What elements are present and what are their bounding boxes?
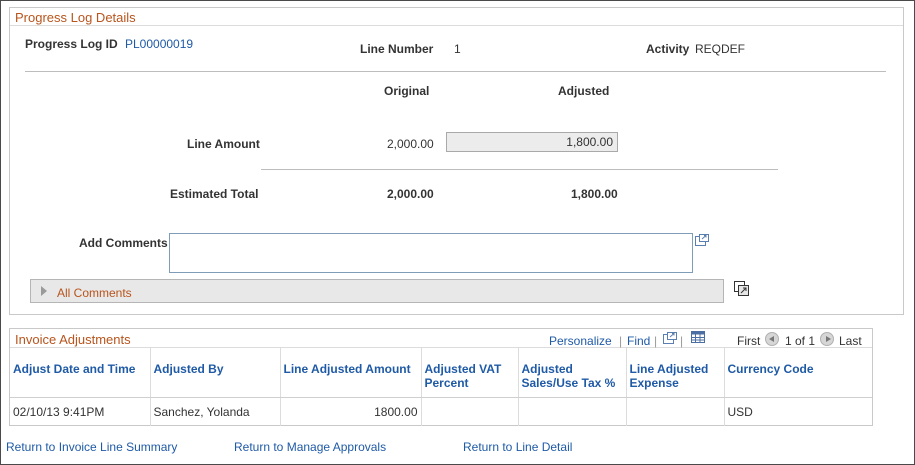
personalize-link[interactable]: Personalize [549,334,612,348]
column-header[interactable]: Adjusted Sales/Use Tax % [518,348,627,398]
divider [25,71,886,72]
line-number-value: 1 [454,42,461,56]
all-comments-collapsible[interactable]: All Comments [30,279,724,303]
progress-log-details-group: Progress Log Details Progress Log ID PL0… [9,7,904,315]
activity-label: Activity [646,42,690,56]
adjusted-header: Adjusted [558,84,610,98]
add-comments-label: Add Comments [79,236,168,250]
line-amount-adjusted-field: 1,800.00 [446,132,618,152]
download-spreadsheet-icon[interactable] [691,331,705,343]
line-amount-label: Line Amount [187,137,260,151]
table-cell: 1800.00 [280,397,422,426]
find-link[interactable]: Find [627,334,650,348]
table-header-row: Adjust Date and Time Adjusted By Line Ad… [10,348,872,398]
estimated-total-original: 2,000.00 [387,187,434,201]
return-manage-approvals-link[interactable]: Return to Manage Approvals [234,440,386,454]
last-label: Last [839,334,862,348]
first-label: First [737,334,761,348]
pagination-text: 1 of 1 [785,334,816,348]
progress-log-id-label: Progress Log ID [25,37,118,51]
all-comments-link[interactable]: All Comments [57,286,132,300]
column-header[interactable]: Adjusted VAT Percent [421,348,519,398]
activity-value: REQDEF [695,42,746,56]
page-frame: Progress Log Details Progress Log ID PL0… [0,0,915,465]
estimated-total-adjusted: 1,800.00 [571,187,618,201]
expand-textarea-icon[interactable] [695,234,709,246]
adjustments-table: Adjust Date and Time Adjusted By Line Ad… [10,348,872,426]
view-all-comments-icon[interactable] [734,281,750,297]
separator: | [680,334,684,348]
separator: | [654,334,658,348]
line-number-label: Line Number [360,42,434,56]
return-invoice-line-summary-link[interactable]: Return to Invoice Line Summary [6,440,177,454]
view-all-icon[interactable] [663,332,677,344]
separator: | [619,334,623,348]
column-header[interactable]: Line Adjusted Amount [280,348,422,398]
previous-row-button[interactable] [765,332,779,346]
table-cell [626,397,725,426]
table-cell [421,397,519,426]
column-header[interactable]: Line Adjusted Expense [626,348,725,398]
next-row-button[interactable] [820,332,834,346]
expand-triangle-icon [41,286,47,296]
line-amount-original: 2,000.00 [387,137,434,151]
group-title: Progress Log Details [15,10,136,25]
original-header: Original [384,84,430,98]
column-header[interactable]: Currency Code [724,348,872,398]
grid-title: Invoice Adjustments [15,332,131,347]
table-cell [518,397,627,426]
table-cell: Sanchez, Yolanda [150,397,281,426]
comments-textarea[interactable] [169,233,693,273]
invoice-adjustments-grid: Invoice Adjustments Personalize | Find |… [9,328,873,426]
table-cell: USD [727,404,753,419]
estimated-total-label: Estimated Total [170,187,259,201]
column-header[interactable]: Adjust Date and Time [10,348,151,398]
column-header[interactable]: Adjusted By [150,348,281,398]
return-line-detail-link[interactable]: Return to Line Detail [463,440,572,454]
progress-log-id-link[interactable]: PL00000019 [125,37,193,51]
group-title-bar [10,8,903,26]
table-row: 02/10/13 9:41PM Sanchez, Yolanda 1800.00… [10,397,872,426]
totals-divider [261,169,778,170]
table-cell: 02/10/13 9:41PM [10,397,151,426]
